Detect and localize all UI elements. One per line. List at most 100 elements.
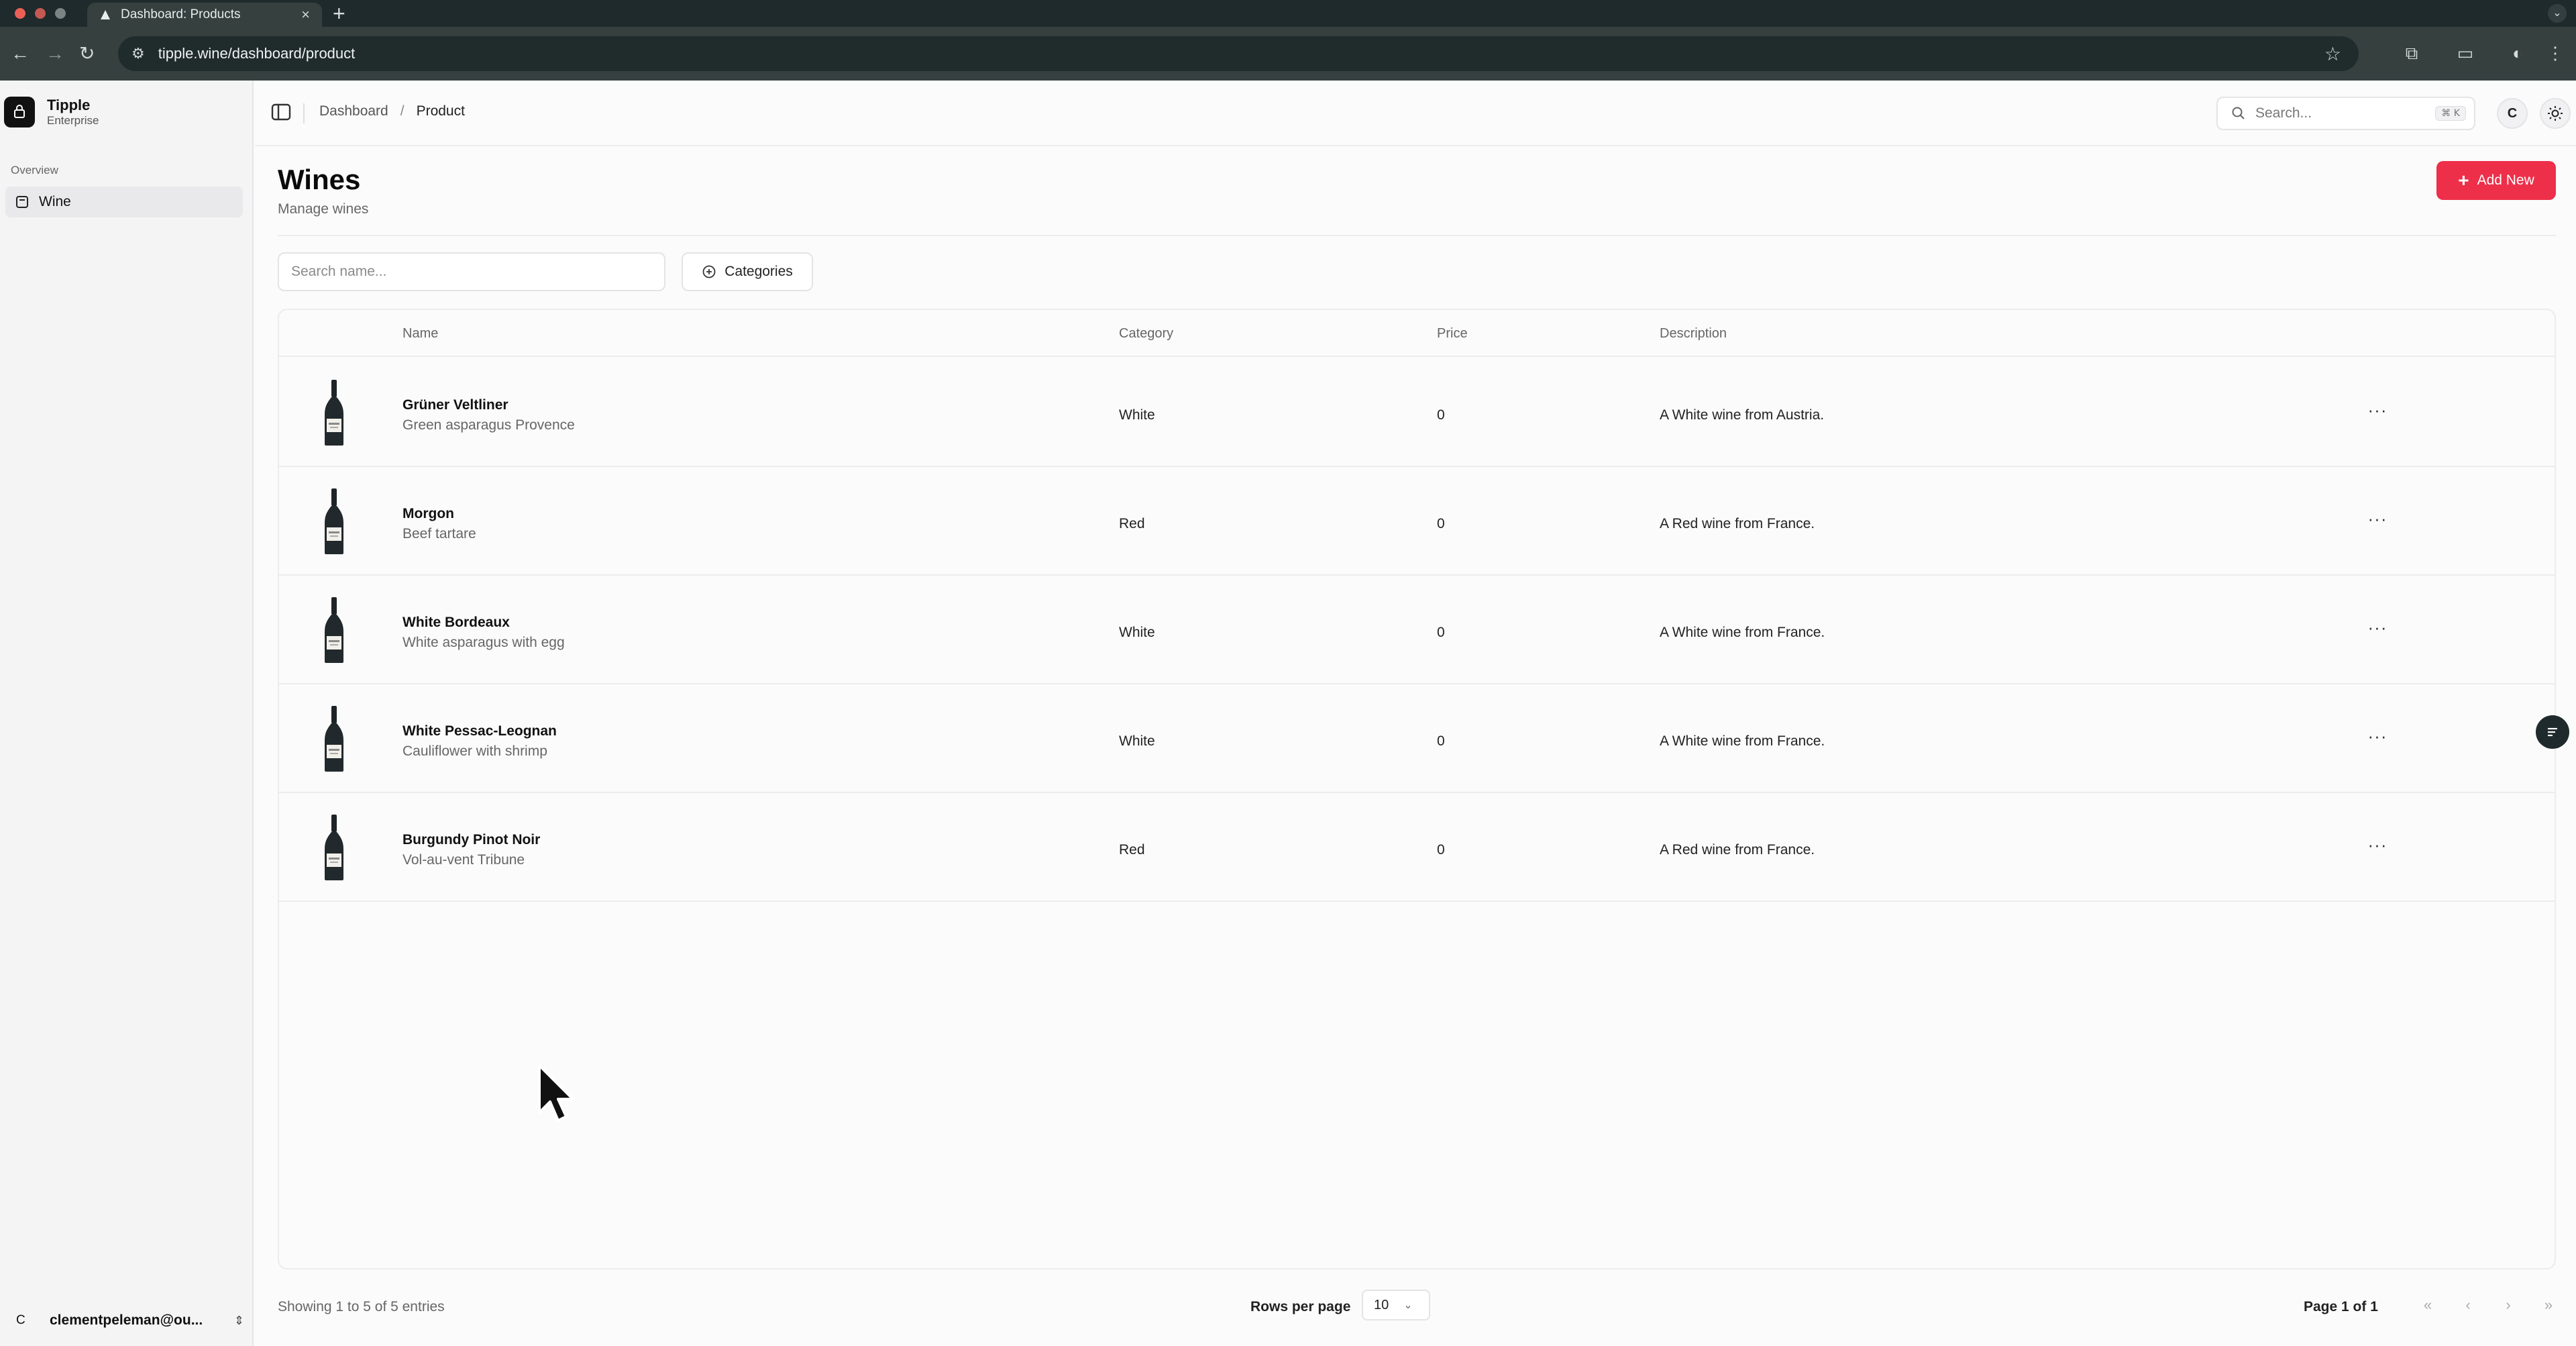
floating-filter-icon[interactable] <box>2536 715 2569 749</box>
wine-pairing: Beef tartare <box>402 526 476 541</box>
wine-name[interactable]: White Pessac-Leognan <box>402 723 557 739</box>
site-settings-icon[interactable]: ⚙ <box>131 45 145 62</box>
divider <box>303 103 305 123</box>
back-arrow-icon[interactable]: ← <box>11 43 30 64</box>
breadcrumb-separator: / <box>400 103 405 119</box>
table-row[interactable]: Morgon Beef tartare Red 0 A Red wine from Fr… <box>279 467 2555 576</box>
minimize-window-button[interactable] <box>35 8 46 19</box>
browser-menu-icon[interactable]: ⋮ <box>2544 42 2567 64</box>
wine-bottle-image <box>321 596 347 664</box>
wines-table: Name Category Price Description Grüner V… <box>278 309 2556 1270</box>
wine-description: A White wine from Austria. <box>1660 407 1825 423</box>
extensions-icon[interactable]: ⧉ <box>2400 42 2423 64</box>
wine-category: White <box>1119 625 1155 640</box>
brand-plan: Enterprise <box>47 114 99 127</box>
brand-name: Tipple <box>47 97 91 113</box>
side-panel-icon[interactable]: ▭ <box>2454 42 2477 64</box>
column-header-name[interactable]: Name <box>402 326 438 342</box>
nav-group-label: Overview <box>11 164 58 176</box>
wine-description: A White wine from France. <box>1660 733 1825 749</box>
wine-bottle-image <box>321 378 347 447</box>
wine-bottle-image <box>321 705 347 773</box>
browser-tab-bar: Dashboard: Products × + ⌄ <box>0 0 2576 27</box>
row-actions-icon[interactable]: ··· <box>2364 617 2391 641</box>
row-actions-icon[interactable]: ··· <box>2364 509 2391 533</box>
main-content: Dashboard / Product Search... ⌘ K C Wine… <box>255 81 2576 1346</box>
reload-icon[interactable]: ↻ <box>79 43 95 64</box>
tab-search-chevron-icon[interactable]: ⌄ <box>2548 4 2567 23</box>
column-header-description[interactable]: Description <box>1660 326 1727 342</box>
wine-price: 0 <box>1437 733 1445 749</box>
site-favicon-icon <box>101 10 110 19</box>
close-window-button[interactable] <box>15 8 25 19</box>
rows-per-page-select[interactable]: 10 ⌄ <box>1362 1290 1430 1321</box>
theme-toggle-sun-icon[interactable] <box>2540 98 2571 129</box>
wine-pairing: Cauliflower with shrimp <box>402 743 547 759</box>
breadcrumb: Dashboard / Product <box>319 103 465 119</box>
wine-name[interactable]: Morgon <box>402 506 454 522</box>
wine-category: White <box>1119 733 1155 749</box>
table-row[interactable]: Burgundy Pinot Noir Vol-au-vent Tribune Re… <box>279 793 2555 902</box>
sidebar-item-wine[interactable]: Wine <box>5 187 243 217</box>
previous-page-button[interactable]: ‹ <box>2453 1290 2483 1321</box>
wine-name[interactable]: Burgundy Pinot Noir <box>402 832 540 848</box>
entries-count: Showing 1 to 5 of 5 entries <box>278 1299 445 1314</box>
table-row[interactable]: White Bordeaux White asparagus with egg Wh… <box>279 576 2555 684</box>
top-bar: Dashboard / Product Search... ⌘ K C <box>255 81 2576 146</box>
wine-category: Red <box>1119 516 1145 531</box>
wine-category: Red <box>1119 842 1145 858</box>
rows-per-page-value: 10 <box>1374 1297 1389 1312</box>
tab-close-icon[interactable]: × <box>301 6 310 23</box>
first-page-button[interactable]: « <box>2412 1290 2443 1321</box>
divider <box>278 235 2556 236</box>
page-subtitle: Manage wines <box>278 201 369 217</box>
name-search-input[interactable] <box>278 252 665 291</box>
header-avatar[interactable]: C <box>2497 98 2528 129</box>
plus-icon: + <box>2458 170 2469 191</box>
global-search-placeholder: Search... <box>2255 105 2312 121</box>
brand-logo-icon <box>4 97 35 127</box>
column-header-category[interactable]: Category <box>1119 326 1173 342</box>
forward-arrow-icon[interactable]: → <box>46 43 64 64</box>
table-footer: Showing 1 to 5 of 5 entries Rows per pag… <box>278 1286 2556 1326</box>
row-actions-icon[interactable]: ··· <box>2364 726 2391 750</box>
wine-pairing: Vol-au-vent Tribune <box>402 852 525 868</box>
search-icon <box>2232 107 2245 119</box>
global-search-button[interactable]: Search... ⌘ K <box>2216 97 2475 130</box>
table-row[interactable]: Grüner Veltliner Green asparagus Provence… <box>279 358 2555 467</box>
sidebar: Tipple Enterprise Overview Wine C clemen… <box>0 81 254 1346</box>
row-actions-icon[interactable]: ··· <box>2364 400 2391 424</box>
chevron-down-icon: ⌄ <box>1403 1300 1413 1311</box>
url-field[interactable]: ⚙ tipple.wine/dashboard/product ☆ <box>118 36 2359 71</box>
page-title: Wines <box>278 164 361 195</box>
tab-title: Dashboard: Products <box>121 7 241 21</box>
last-page-button[interactable]: » <box>2533 1290 2564 1321</box>
wine-price: 0 <box>1437 625 1445 640</box>
column-header-price[interactable]: Price <box>1437 326 1468 342</box>
wine-description: A Red wine from France. <box>1660 842 1815 858</box>
wine-name[interactable]: Grüner Veltliner <box>402 397 508 413</box>
user-menu[interactable]: C clementpeleman@ou... ⇕ <box>16 1307 244 1334</box>
sidebar-toggle-icon[interactable] <box>270 101 292 123</box>
new-tab-button[interactable]: + <box>333 2 345 25</box>
row-actions-icon[interactable]: ··· <box>2364 835 2391 859</box>
wine-bottle-image <box>321 487 347 556</box>
rows-per-page-label: Rows per page <box>1250 1299 1351 1314</box>
url-text: tipple.wine/dashboard/product <box>158 45 356 62</box>
table-row[interactable]: White Pessac-Leognan Cauliflower with shr… <box>279 684 2555 793</box>
page-info: Page 1 of 1 <box>2304 1299 2378 1314</box>
profile-icon[interactable]: ◐ <box>2506 42 2529 64</box>
add-new-button[interactable]: + Add New <box>2436 161 2556 200</box>
browser-tab[interactable]: Dashboard: Products × <box>87 3 322 27</box>
mouse-cursor-icon <box>538 1064 574 1122</box>
maximize-window-button[interactable] <box>55 8 66 19</box>
categories-filter-button[interactable]: Categories <box>682 252 813 291</box>
wine-price: 0 <box>1437 516 1445 531</box>
wine-name[interactable]: White Bordeaux <box>402 615 510 631</box>
bookmark-star-icon[interactable]: ☆ <box>2324 43 2341 65</box>
next-page-button[interactable]: › <box>2493 1290 2524 1321</box>
wine-bottle-image <box>321 813 347 882</box>
wine-pairing: White asparagus with egg <box>402 635 565 650</box>
brand[interactable]: Tipple Enterprise <box>4 97 99 127</box>
breadcrumb-dashboard[interactable]: Dashboard <box>319 103 388 119</box>
